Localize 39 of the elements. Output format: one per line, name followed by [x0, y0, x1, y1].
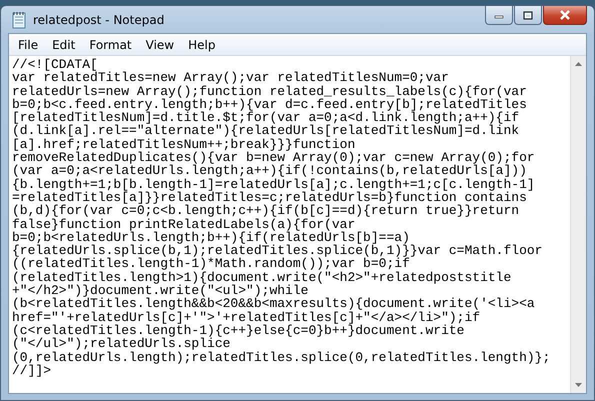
- scroll-up-icon[interactable]: [575, 62, 582, 66]
- code-line: [relatedTitlesNum]=d.title.$t;for(var a=0;a<d.link.length;a++){if: [12, 111, 520, 124]
- code-line: {b.length+=1;b[b.length-1]=relatedUrls[a];c.length+=1;c[c.length-1]: [12, 178, 536, 191]
- code-line: href="'+relatedUrls[c]+'">'+relatedTitles[c]+"</a></li>");if: [12, 310, 480, 324]
- notepad-icon: [11, 10, 27, 28]
- code-line: removeRelatedDuplicates(){var b=new Array(0);var c=new Array(0);for: [12, 151, 536, 164]
- code-line: ((relatedTitles.length-1)*Math.random());var b=0;if: [12, 257, 410, 271]
- code-line: {relatedUrls.splice(b,1);relatedTitles.splice(b,1)}}var c=Math.floor: [12, 244, 544, 258]
- code-line: b=0;b<relatedUrls.length;b++){if(relatedUrls[b]==a): [12, 230, 410, 244]
- vertical-scrollbar[interactable]: [570, 56, 586, 393]
- code-line: +"</h2>")}document.write("<ul>");while: [12, 284, 308, 298]
- menu-item[interactable]: File: [11, 38, 46, 52]
- code-line: false}function printRelatedLabels(a){for(var: [12, 218, 356, 231]
- scroll-down-icon[interactable]: [575, 383, 582, 387]
- code-line: (var a=0;a<relatedUrls.length;a++){if(!contains(b,relatedUrls[a])): [12, 164, 527, 178]
- code-line: (relatedTitles.length>1){document.write("<h2>"+relatedpoststitle: [12, 270, 512, 284]
- code-line: (d.link[a].rel=="alternate"){relatedUrls[relatedTitlesNum]=d.link: [12, 124, 520, 138]
- code-line: =relatedTitles[a]}}relatedTitles=c;relatedUrls=b}function contains: [12, 190, 527, 204]
- code-line: (b,d){for(var c=0;c<b.length;c++){if(b[c]==d){return true}}return: [12, 204, 520, 218]
- menu-item[interactable]: Help: [181, 38, 222, 52]
- code-line: (b<relatedTitles.length&&b<20&&b<maxresults){document.write('<li><a: [12, 297, 536, 311]
- code-line: [a].href;relatedTitlesNum++;break}}}function: [12, 138, 356, 152]
- code-line: //<![CDATA[: [12, 58, 98, 72]
- minimize-button[interactable]: [485, 6, 513, 25]
- code-line: (c<relatedTitles.length-1){c++}else{c=0}b++}document.write: [12, 324, 464, 338]
- code-line: var relatedTitles=new Array();var relatedTitlesNum=0;var: [12, 71, 450, 85]
- code-line: b=0;b<c.feed.entry.length;b++){var d=c.feed.entry[b];relatedTitles: [12, 98, 528, 112]
- close-icon: [559, 10, 571, 20]
- menu-item[interactable]: View: [138, 38, 182, 52]
- code-line: //]]>: [12, 364, 52, 378]
- menu-item[interactable]: Edit: [45, 38, 82, 52]
- code-line: (0,relatedUrls.length);relatedTitles.splice(0,relatedTitles.length)};: [12, 350, 552, 364]
- maximize-button[interactable]: [514, 6, 542, 25]
- code-line: relatedUrls=new Array();function related_results_labels(c){for(var: [12, 84, 528, 98]
- code-line: ("</ul>");relatedUrls.splice: [12, 337, 230, 351]
- window-title: relatedpost - Notepad: [33, 12, 164, 26]
- menu-item[interactable]: Format: [82, 38, 139, 52]
- close-button[interactable]: [543, 6, 587, 25]
- maximize-icon: [523, 10, 533, 20]
